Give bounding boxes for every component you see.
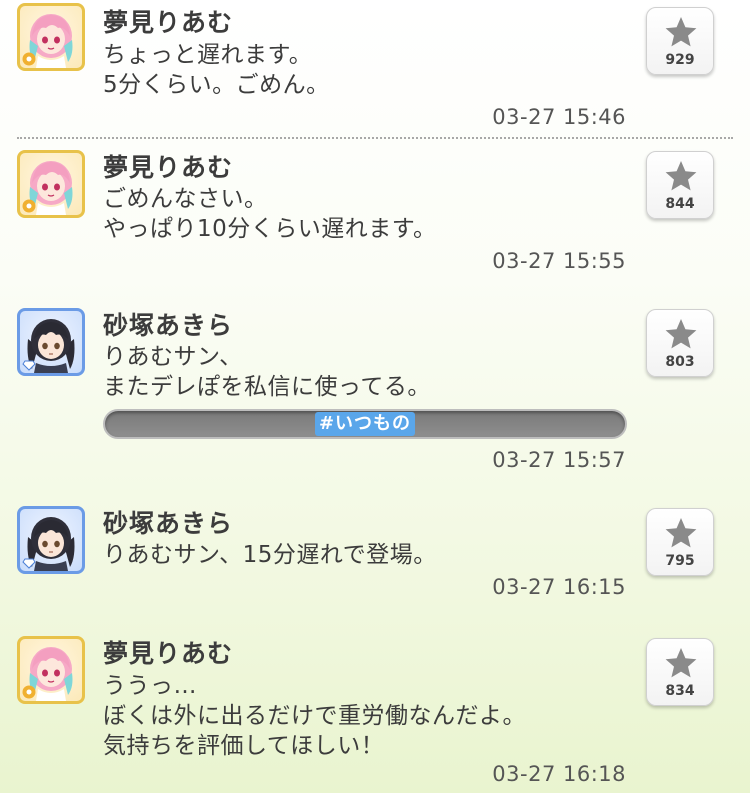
post-author: 夢見りあむ [103, 8, 234, 37]
riamu-avatar[interactable] [17, 3, 85, 71]
post-text-line: またデレぽを私信に使ってる。 [103, 374, 431, 400]
post-text: りあむサン、15分遅れで登場。 [103, 540, 437, 570]
star-icon [664, 646, 698, 680]
star-icon [664, 159, 698, 193]
flower-badge-icon [22, 685, 36, 699]
post-timestamp: 03-27 15:46 [492, 105, 626, 129]
favorite-button[interactable]: 834 [646, 638, 714, 706]
post-timestamp: 03-27 15:55 [492, 249, 626, 273]
post-feed: 夢見りあむ ちょっと遅れます。 5分くらい。ごめん。 03-27 15:46 9… [0, 0, 750, 793]
hashtag-link[interactable]: #いつもの [314, 412, 416, 436]
post-text-line: りあむサン、 [103, 344, 243, 370]
favorite-count: 803 [665, 354, 695, 370]
post-text: ごめんなさい。 やっぱり10分くらい遅れます。 [103, 184, 436, 244]
post-author: 夢見りあむ [103, 153, 234, 182]
post-timestamp: 03-27 16:15 [492, 575, 626, 599]
post-text-line: ぼくは外に出るだけで重労働なんだよ。 [103, 703, 526, 729]
favorite-button[interactable]: 929 [646, 7, 714, 75]
post-text-line: 5分くらい。ごめん。 [103, 72, 330, 98]
favorite-button[interactable]: 844 [646, 151, 714, 219]
star-icon [664, 317, 698, 351]
favorite-count: 795 [665, 553, 695, 569]
favorite-button[interactable]: 795 [646, 508, 714, 576]
akira-avatar[interactable] [17, 308, 85, 376]
favorite-button[interactable]: 803 [646, 309, 714, 377]
favorite-count: 929 [665, 52, 695, 68]
post-timestamp: 03-27 16:18 [492, 762, 626, 786]
divider [17, 137, 733, 139]
riamu-avatar[interactable] [17, 150, 85, 218]
post-text-line: ううっ… [103, 673, 197, 699]
post-author: 砂塚あきら [103, 509, 234, 538]
post-text-line: やっぱり10分くらい遅れます。 [103, 216, 437, 242]
favorite-count: 844 [665, 196, 695, 212]
post-text-line: ごめんなさい。 [103, 186, 268, 212]
gem-badge-icon [22, 555, 36, 569]
gem-badge-icon [22, 357, 36, 371]
post-text: ううっ… ぼくは外に出るだけで重労働なんだよ。 気持ちを評価してほしい！ [103, 671, 526, 761]
flower-badge-icon [22, 52, 36, 66]
hashtag-bar[interactable]: #いつもの [103, 409, 627, 439]
post-text: りあむサン、 またデレぽを私信に使ってる。 [103, 342, 431, 402]
post-text-line: 気持ちを評価してほしい！ [103, 733, 385, 759]
post-author: 夢見りあむ [103, 639, 234, 668]
post-text-line: りあむサン、15分遅れで登場。 [103, 542, 437, 568]
post-text: ちょっと遅れます。 5分くらい。ごめん。 [103, 40, 330, 100]
favorite-count: 834 [665, 683, 695, 699]
post-author: 砂塚あきら [103, 311, 234, 340]
star-icon [664, 516, 698, 550]
post-timestamp: 03-27 15:57 [492, 448, 626, 472]
akira-avatar[interactable] [17, 506, 85, 574]
star-icon [664, 15, 698, 49]
post-text-line: ちょっと遅れます。 [103, 42, 313, 68]
flower-badge-icon [22, 199, 36, 213]
riamu-avatar[interactable] [17, 636, 85, 704]
